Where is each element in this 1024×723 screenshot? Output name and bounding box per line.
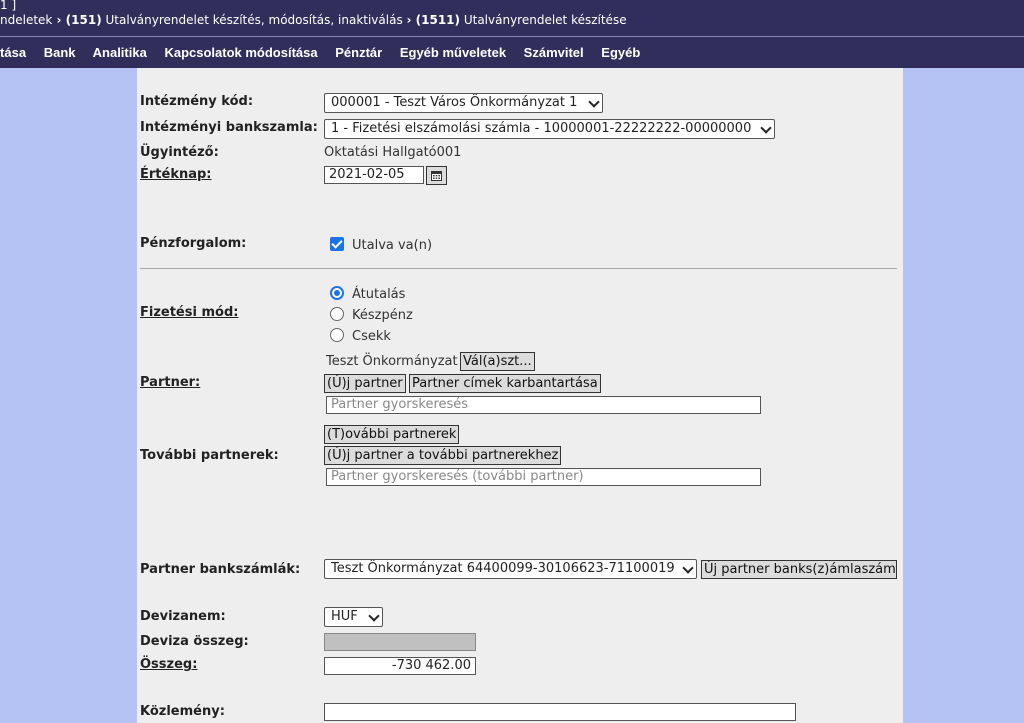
partner-label: Partner: — [140, 375, 201, 390]
breadcrumb-segment[interactable]: Utalványrendelet készítés, módosítás, in… — [102, 13, 407, 27]
menu-item-bank[interactable]: Bank — [44, 45, 76, 60]
amount-label: Összeg: — [140, 657, 198, 672]
notice-label: Közlemény: — [140, 704, 225, 719]
breadcrumb-segment[interactable]: (151) — [66, 13, 102, 27]
breadcrumb-segment[interactable]: Utalványrendelet készítése — [460, 13, 627, 27]
partner-name: Teszt Önkormányzat — [326, 354, 458, 369]
partner-bank-label: Partner bankszámlák: — [140, 562, 301, 577]
menu-item-egyeb[interactable]: Egyéb — [601, 45, 640, 60]
breadcrumb-segment[interactable]: › — [52, 13, 65, 27]
partner-bank-select[interactable]: Teszt Önkormányzat 64400099-30106623-711… — [324, 559, 697, 579]
chevron-down-icon — [760, 122, 772, 134]
header-title: 1 ] — [0, 0, 17, 12]
menu-item-kapcsolatok[interactable]: Kapcsolatok módosítása — [164, 45, 317, 60]
cash-flow-checkbox-label: Utalva va(n) — [352, 238, 433, 253]
partner-search-input[interactable]: Partner gyorskeresés — [326, 396, 761, 414]
bank-account-select[interactable]: 1 - Fizetési elszámolási számla - 100000… — [324, 119, 775, 139]
chevron-down-icon — [368, 610, 380, 622]
menu-item-szamvitel[interactable]: Számvitel — [524, 45, 584, 60]
breadcrumb-segment[interactable]: (1511) — [416, 13, 460, 27]
menu-item-analitika[interactable]: Analitika — [93, 45, 147, 60]
menu-item-penztar[interactable]: Pénztár — [335, 45, 382, 60]
section-divider — [140, 268, 897, 269]
header-divider — [0, 36, 1024, 37]
payment-method-option-label: Készpénz — [352, 308, 413, 323]
administrator-value: Oktatási Hallgató001 — [324, 145, 462, 160]
currency-label: Devizanem: — [140, 609, 226, 624]
other-partner-search-input[interactable]: Partner gyorskeresés (további partner) — [326, 468, 761, 486]
amount-input[interactable]: -730 462.00 — [324, 657, 476, 675]
chevron-down-icon — [588, 96, 600, 108]
payment-method-radio-csekk[interactable] — [330, 328, 344, 342]
breadcrumb-segment[interactable]: ndeletek — [0, 13, 52, 27]
notice-input[interactable] — [324, 703, 796, 721]
payment-method-radio-keszpenz[interactable] — [330, 307, 344, 321]
partner-bank-value: Teszt Önkormányzat 64400099-30106623-711… — [331, 561, 675, 576]
currency-amount-label: Deviza összeg: — [140, 634, 249, 649]
currency-amount-input[interactable] — [324, 633, 476, 651]
currency-value: HUF — [331, 609, 358, 624]
value-date-input[interactable]: 2021-02-05 — [324, 166, 424, 184]
payment-method-label: Fizetési mód: — [140, 305, 239, 320]
menu-item-egyeb-muveletek[interactable]: Egyéb műveletek — [400, 45, 506, 60]
other-partners-button[interactable]: (T)ovábbi partnerek — [324, 425, 460, 444]
payment-method-radio-atutalas[interactable] — [330, 286, 344, 300]
menu-item-rtasa[interactable]: rtása — [0, 45, 26, 60]
other-partners-label: További partnerek: — [140, 448, 279, 463]
cash-flow-checkbox[interactable] — [330, 237, 344, 251]
bank-account-label: Intézményi bankszamla: — [140, 120, 318, 135]
cash-flow-label: Pénzforgalom: — [140, 236, 247, 251]
bank-account-value: 1 - Fizetési elszámolási számla - 100000… — [331, 121, 752, 136]
calendar-icon — [431, 171, 442, 181]
new-partner-bank-button[interactable]: Új partner banks(z)ámlaszám — [701, 560, 897, 579]
breadcrumb: ndeletek › (151) Utalványrendelet készít… — [0, 13, 627, 27]
breadcrumb-segment[interactable]: › — [407, 13, 416, 27]
institution-code-value: 000001 - Teszt Város Önkormányzat 1 — [331, 95, 578, 110]
partner-select-button[interactable]: Vál(a)szt... — [460, 352, 535, 371]
currency-select[interactable]: HUF — [324, 607, 383, 627]
institution-code-label: Intézmény kód: — [140, 94, 254, 109]
main-menu: rtása Bank Analitika Kapcsolatok módosít… — [0, 45, 654, 60]
administrator-label: Ügyintéző: — [140, 145, 219, 160]
payment-method-option-label: Átutalás — [352, 287, 406, 302]
new-partner-button[interactable]: (Ú)j partner — [324, 374, 406, 393]
calendar-button[interactable] — [426, 166, 447, 185]
partner-addresses-button[interactable]: Partner címek karbantartása — [409, 374, 601, 393]
institution-code-select[interactable]: 000001 - Teszt Város Önkormányzat 1 — [324, 93, 603, 113]
chevron-down-icon — [682, 562, 694, 574]
top-header: 1 ] ndeletek › (151) Utalványrendelet ké… — [0, 0, 1024, 68]
payment-method-option-label: Csekk — [352, 329, 391, 344]
new-other-partner-button[interactable]: (Ú)j partner a további partnerekhez — [324, 446, 562, 465]
value-date-label: Értéknap: — [140, 167, 212, 182]
